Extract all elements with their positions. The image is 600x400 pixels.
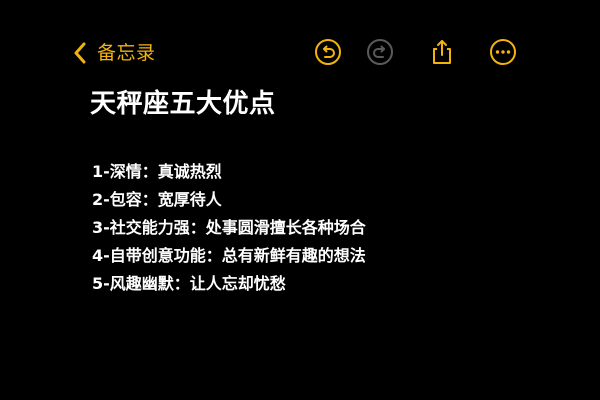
list-item: 1-深情：真诚热烈 [92, 162, 222, 181]
undo-icon [315, 39, 341, 65]
note-body[interactable]: 天秤座五大优点 1-深情：真诚热烈 2-包容：宽厚待人 3-社交能力强：处事圆滑… [90, 84, 550, 293]
redo-icon [367, 39, 393, 65]
share-button[interactable] [428, 38, 456, 66]
note-title: 天秤座五大优点 [90, 89, 276, 119]
back-button-label: 备忘录 [97, 42, 156, 64]
share-icon [433, 40, 451, 64]
back-button[interactable]: 备忘录 [73, 38, 156, 68]
note-list: 1-深情：真诚热烈 2-包容：宽厚待人 3-社交能力强：处事圆滑擅长各种场合 4… [92, 158, 366, 298]
list-item: 4-自带创意功能：总有新鲜有趣的想法 [92, 246, 366, 265]
more-button[interactable] [489, 38, 517, 66]
chevron-left-icon [74, 42, 86, 64]
list-item: 2-包容：宽厚待人 [92, 190, 222, 209]
more-icon [490, 39, 516, 65]
list-item: 3-社交能力强：处事圆滑擅长各种场合 [92, 218, 366, 237]
undo-button[interactable] [314, 38, 342, 66]
list-item: 5-风趣幽默：让人忘却忧愁 [92, 274, 286, 293]
redo-button[interactable] [366, 38, 394, 66]
